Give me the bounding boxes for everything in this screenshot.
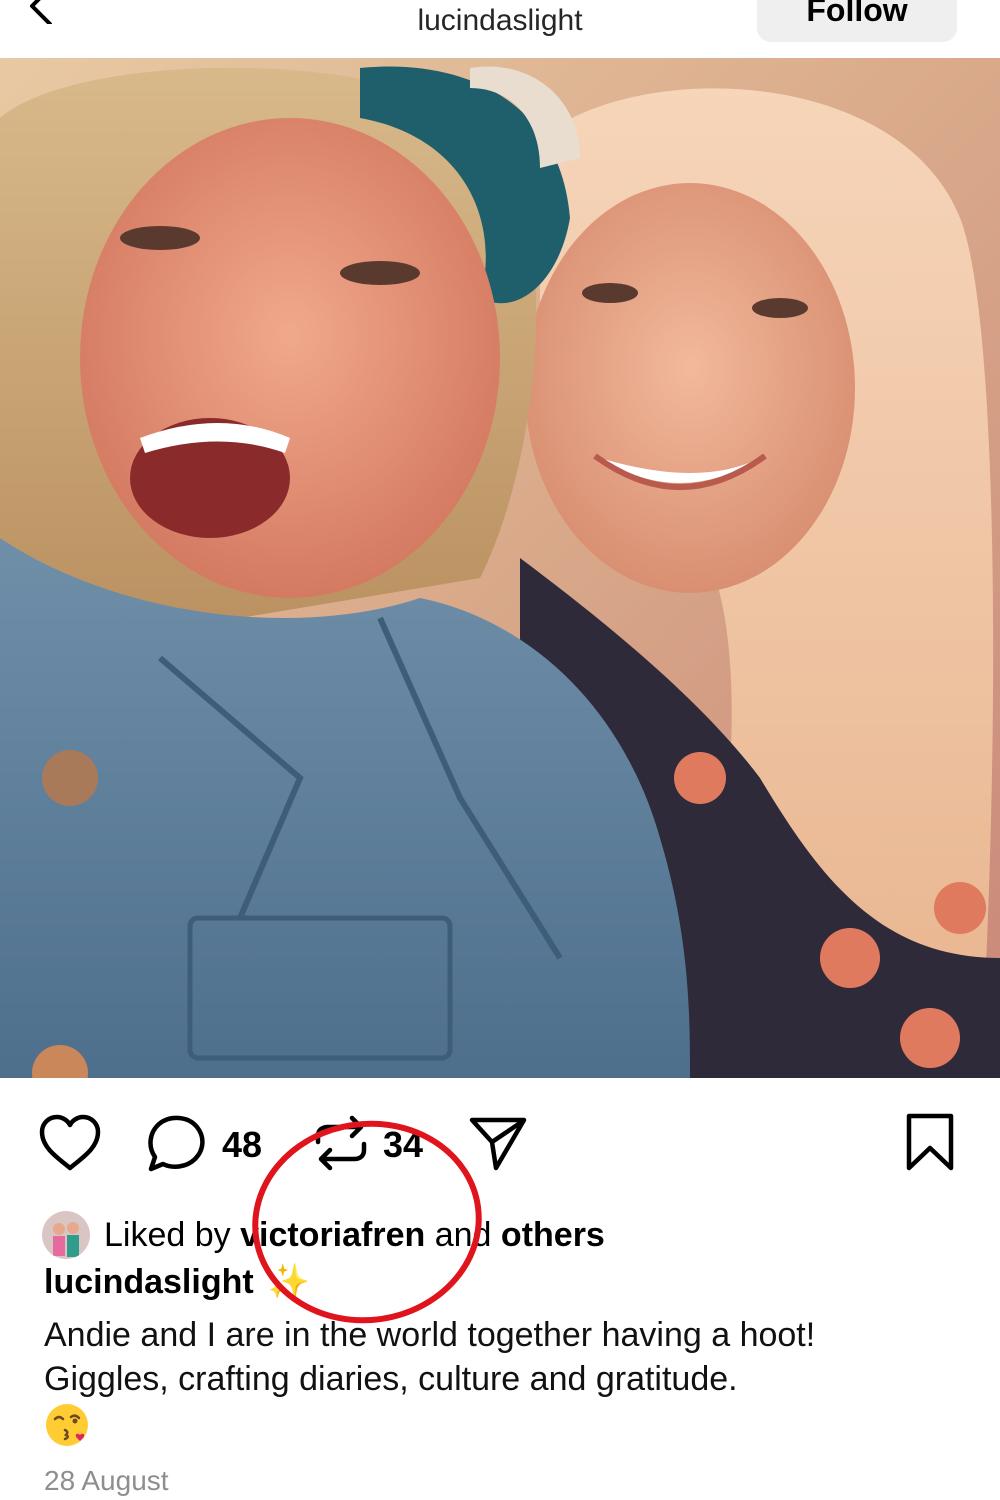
caption-username[interactable]: lucindaslight [44,1263,254,1301]
follow-button[interactable]: Follow [757,0,957,42]
caption-row: lucindaslight ✨ [44,1262,310,1302]
kiss-emoji-icon [44,1402,90,1448]
caption-line-2: Giggles, crafting diaries, culture and g… [44,1360,738,1398]
share-button[interactable] [468,1114,530,1174]
avatar-image [42,1211,90,1259]
send-icon [469,1117,527,1171]
comment-count: 48 [222,1124,263,1165]
save-button[interactable] [900,1112,960,1174]
heart-icon [39,1114,101,1171]
comment-button[interactable] [145,1114,207,1174]
liked-by-row: Liked by victoriafren and others [42,1210,605,1260]
post-photo[interactable] [0,58,1000,1078]
liked-by-others[interactable]: others [501,1216,605,1255]
liker-avatar[interactable] [42,1211,90,1259]
liked-by-user[interactable]: victoriafren [240,1216,425,1255]
repost-count: 34 [383,1124,424,1165]
sparkles-emoji: ✨ [267,1263,311,1301]
post-header: lucindaslight Follow [0,0,1000,58]
liked-by-prefix: Liked by [104,1215,231,1254]
comment-icon [148,1115,205,1172]
repost-icon [315,1115,367,1171]
liked-by-middle: and [434,1215,492,1254]
post-screen: lucindaslight Follow 48 34 Liked by vict… [0,0,1000,1500]
post-date: 28 August [44,1465,169,1496]
bookmark-icon [906,1113,954,1171]
post-photo-image [0,58,1000,1078]
repost-button[interactable] [310,1112,372,1174]
like-button[interactable] [38,1114,102,1174]
caption-line-1: Andie and I are in the world together ha… [44,1316,816,1354]
